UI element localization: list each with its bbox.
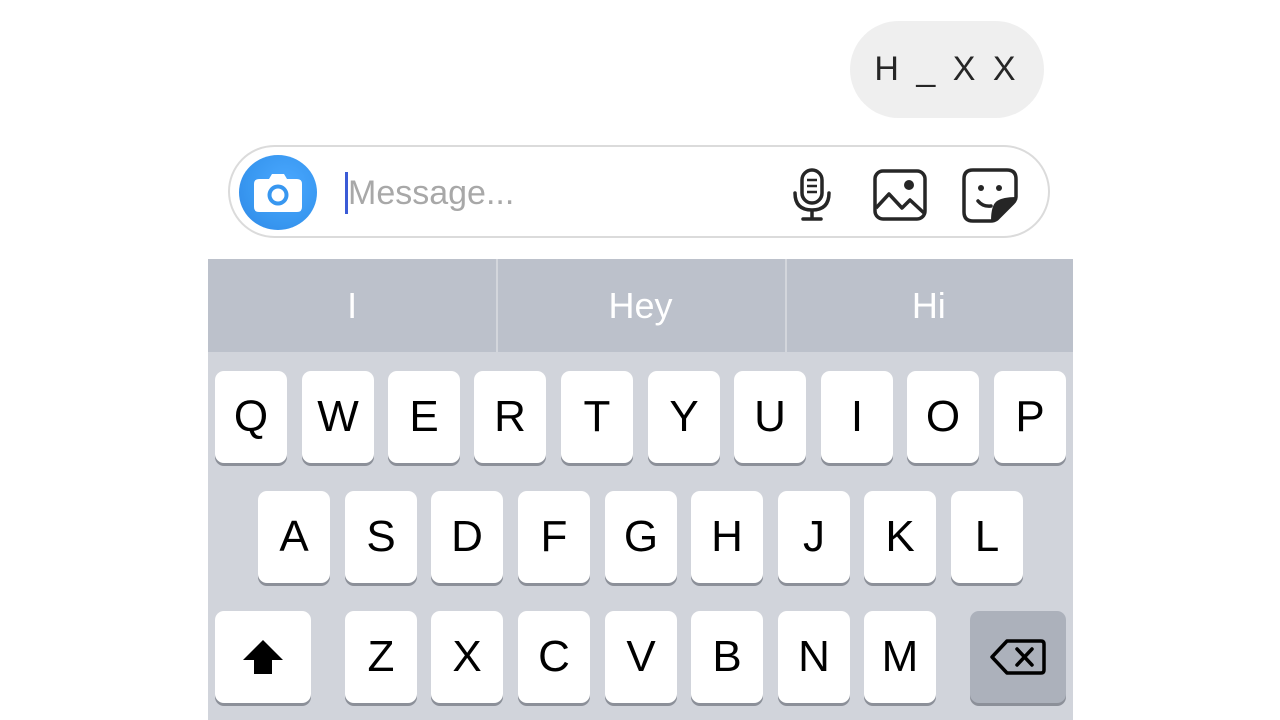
- backspace-icon: [990, 639, 1046, 675]
- key-m[interactable]: M: [864, 611, 936, 703]
- key-i[interactable]: I: [821, 371, 893, 463]
- key-z[interactable]: Z: [345, 611, 417, 703]
- camera-button[interactable]: [239, 155, 317, 230]
- key-t[interactable]: T: [561, 371, 633, 463]
- suggestion-item[interactable]: Hi: [784, 259, 1073, 352]
- key-j[interactable]: J: [778, 491, 850, 583]
- key-a[interactable]: A: [258, 491, 330, 583]
- key-h[interactable]: H: [691, 491, 763, 583]
- key-v[interactable]: V: [605, 611, 677, 703]
- sent-message-text: H _ X X: [874, 50, 1020, 88]
- key-r[interactable]: R: [474, 371, 546, 463]
- key-l[interactable]: L: [951, 491, 1023, 583]
- key-d[interactable]: D: [431, 491, 503, 583]
- key-w[interactable]: W: [302, 371, 374, 463]
- key-s[interactable]: S: [345, 491, 417, 583]
- key-f[interactable]: F: [518, 491, 590, 583]
- gallery-icon: [873, 169, 927, 221]
- microphone-button[interactable]: [782, 165, 842, 225]
- key-c[interactable]: C: [518, 611, 590, 703]
- key-u[interactable]: U: [734, 371, 806, 463]
- suggestion-item[interactable]: Hey: [496, 259, 784, 352]
- message-composer: [228, 145, 1050, 238]
- key-g[interactable]: G: [605, 491, 677, 583]
- key-b[interactable]: B: [691, 611, 763, 703]
- key-x[interactable]: X: [431, 611, 503, 703]
- suggestion-bar: I Hey Hi: [208, 259, 1073, 352]
- sent-message-bubble[interactable]: H _ X X: [850, 21, 1044, 118]
- message-input[interactable]: [348, 167, 748, 219]
- key-e[interactable]: E: [388, 371, 460, 463]
- shift-key[interactable]: [215, 611, 311, 703]
- gallery-button[interactable]: [870, 165, 930, 225]
- delete-key[interactable]: [970, 611, 1066, 703]
- key-q[interactable]: Q: [215, 371, 287, 463]
- sticker-icon: [962, 168, 1018, 223]
- keyboard: I Hey Hi Q W E R T Y U I O P A S D F G H…: [208, 259, 1073, 720]
- key-p[interactable]: P: [994, 371, 1066, 463]
- chat-screen: H _ X X Message... I Hey Hi Q W E R T Y …: [0, 0, 1280, 720]
- key-o[interactable]: O: [907, 371, 979, 463]
- key-y[interactable]: Y: [648, 371, 720, 463]
- key-n[interactable]: N: [778, 611, 850, 703]
- shift-arrow-icon: [243, 640, 283, 674]
- microphone-icon: [793, 168, 831, 221]
- camera-icon: [254, 173, 302, 212]
- key-k[interactable]: K: [864, 491, 936, 583]
- sticker-button[interactable]: [960, 165, 1020, 225]
- suggestion-item[interactable]: I: [208, 259, 496, 352]
